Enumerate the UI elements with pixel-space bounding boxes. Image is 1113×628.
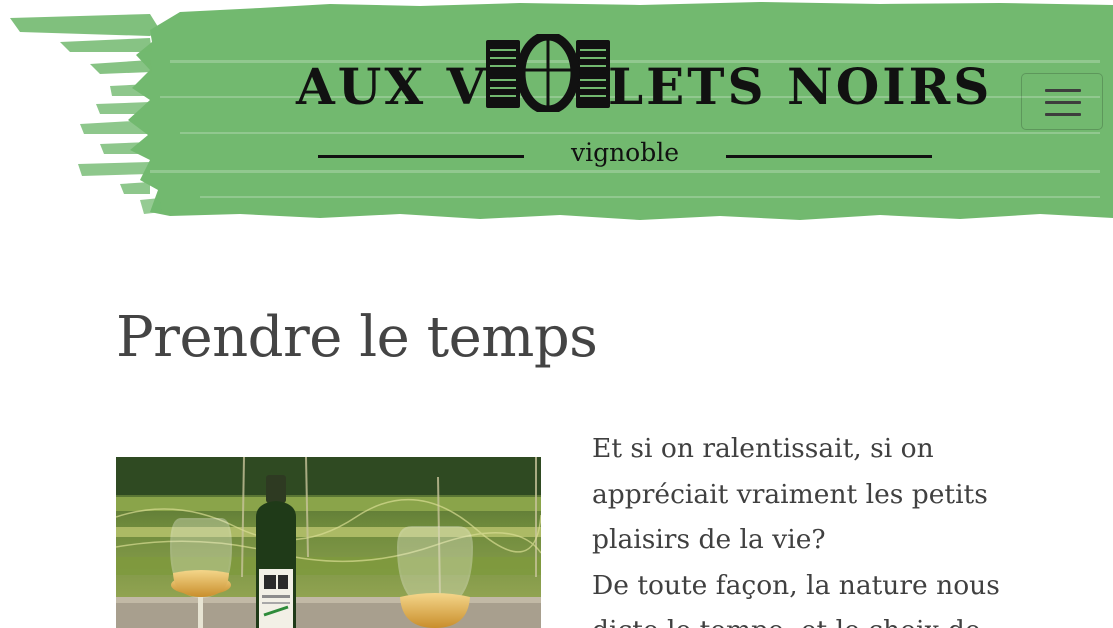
vineyard-wine-image [116, 457, 541, 628]
paragraph-line: dicte le tempo, et le choix de [592, 608, 1012, 628]
site-logo[interactable]: AUX V LETS NOIRS vignoble [290, 34, 989, 179]
shutters-emblem-icon [486, 34, 610, 112]
hamburger-icon-bar [1045, 101, 1081, 104]
hamburger-icon-bar [1045, 113, 1081, 116]
logo-text-right: LETS NOIRS [608, 57, 993, 116]
logo-text-left: AUX V [296, 57, 489, 116]
intro-paragraph: Et si on ralentissait, si on appréciait … [592, 426, 1012, 628]
paragraph-line: appréciait vraiment les petits [592, 478, 988, 510]
site-header: AUX V LETS NOIRS vignoble [0, 0, 1113, 230]
paragraph-line: De toute façon, la nature nous [592, 569, 1000, 601]
paragraph-line: Et si on ralentissait, si on [592, 433, 934, 464]
hamburger-icon [1045, 89, 1081, 92]
logo-tagline: vignoble [570, 138, 680, 167]
logo-tagline-row: vignoble [290, 136, 960, 176]
paragraph-line: plaisirs de la vie? [592, 524, 826, 555]
tagline-rule-left [318, 155, 524, 158]
wine-photo [116, 457, 541, 628]
page-title: Prendre le temps [116, 305, 598, 370]
menu-toggle-button[interactable] [1021, 73, 1103, 130]
tagline-rule-right [726, 155, 932, 158]
